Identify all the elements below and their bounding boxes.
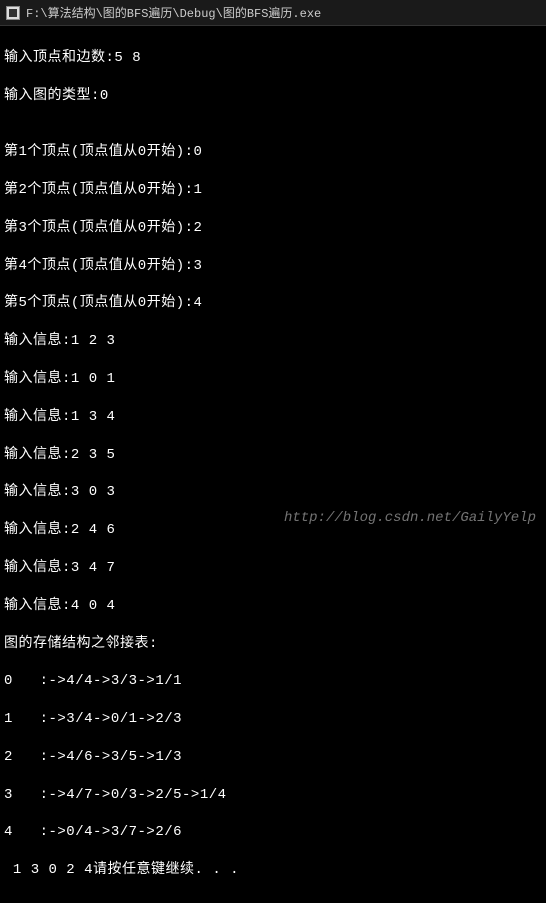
console-line: 输入信息:1 2 3: [4, 332, 542, 351]
console-output: 输入顶点和边数:5 8 输入图的类型:0 第1个顶点(顶点值从0开始):0 第2…: [0, 26, 546, 903]
console-line: 输入顶点和边数:5 8: [4, 49, 542, 68]
watermark-text: http://blog.csdn.net/GailyYelp: [284, 510, 536, 526]
console-line: 输入信息:3 0 3: [4, 483, 542, 502]
console-line: 第2个顶点(顶点值从0开始):1: [4, 181, 542, 200]
console-line: 输入信息:3 4 7: [4, 559, 542, 578]
console-line: 输入信息:1 3 4: [4, 408, 542, 427]
window-title: F:\算法结构\图的BFS遍历\Debug\图的BFS遍历.exe: [26, 4, 321, 21]
console-line: 输入信息:2 3 5: [4, 446, 542, 465]
console-line: 第1个顶点(顶点值从0开始):0: [4, 143, 542, 162]
app-icon: [6, 6, 20, 20]
console-line: 第5个顶点(顶点值从0开始):4: [4, 294, 542, 313]
console-line: 0 :->4/4->3/3->1/1: [4, 672, 542, 691]
console-line: 1 :->3/4->0/1->2/3: [4, 710, 542, 729]
console-line: 第3个顶点(顶点值从0开始):2: [4, 219, 542, 238]
console-line: 2 :->4/6->3/5->1/3: [4, 748, 542, 767]
console-line: 输入图的类型:0: [4, 87, 542, 106]
console-line: 输入信息:4 0 4: [4, 597, 542, 616]
console-line: 第4个顶点(顶点值从0开始):3: [4, 257, 542, 276]
window-titlebar: F:\算法结构\图的BFS遍历\Debug\图的BFS遍历.exe: [0, 0, 546, 26]
console-line: 1 3 0 2 4请按任意键继续. . .: [4, 861, 542, 880]
console-line: 图的存储结构之邻接表:: [4, 635, 542, 654]
console-line: 4 :->0/4->3/7->2/6: [4, 823, 542, 842]
console-line: 3 :->4/7->0/3->2/5->1/4: [4, 786, 542, 805]
console-line: 输入信息:1 0 1: [4, 370, 542, 389]
